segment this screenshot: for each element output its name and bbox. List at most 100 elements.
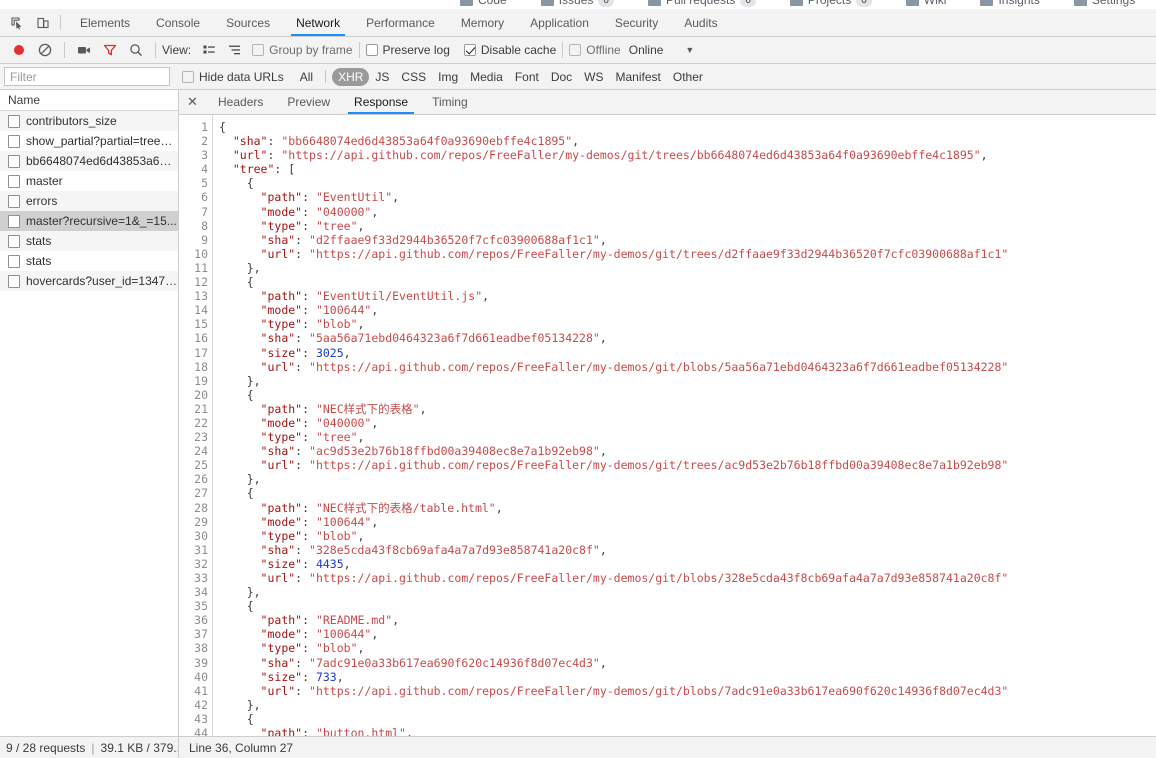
detail-tab-headers[interactable]: Headers (206, 90, 275, 114)
toolbar-divider (60, 15, 61, 30)
code-token: "d2ffaae9f33d2944b36520f7cfc03900688af1c… (309, 232, 600, 247)
type-filter-media[interactable]: Media (464, 68, 509, 86)
tab-audits[interactable]: Audits (671, 9, 730, 36)
peek-nav-item[interactable]: Issues 0 (540, 0, 614, 7)
type-filter-js[interactable]: JS (369, 68, 395, 86)
type-filter-ws[interactable]: WS (578, 68, 609, 86)
tab-sources[interactable]: Sources (213, 9, 283, 36)
device-toolbar-icon[interactable] (30, 9, 56, 36)
line-number: 30 (194, 528, 208, 543)
code-token: 4435 (315, 556, 344, 571)
request-row[interactable]: show_partial?partial=tree%... (0, 131, 178, 151)
code-token: "mode" (260, 303, 303, 318)
code-token: "blob" (315, 317, 358, 332)
tab-application[interactable]: Application (517, 9, 602, 36)
code-line: "path": "EventUtil", (219, 190, 1156, 204)
code-line: }, (219, 374, 1156, 388)
peek-nav-item[interactable]: Projects 0 (789, 0, 872, 7)
code-line: "sha": "bb6648074ed6d43853a64f0a93690ebf… (219, 134, 1156, 148)
code-line: { (219, 599, 1156, 613)
peek-nav-count: 0 (856, 0, 872, 7)
line-number: 12 (194, 275, 208, 290)
offline-checkbox[interactable]: Offline (569, 43, 621, 57)
tab-console[interactable]: Console (143, 9, 213, 36)
hide-data-urls-checkbox[interactable]: Hide data URLs (182, 70, 284, 84)
peek-nav-item[interactable]: Wiki (905, 0, 946, 7)
peek-nav-item[interactable]: Insights (980, 0, 1040, 7)
code-token: : [ (274, 162, 296, 177)
tab-security[interactable]: Security (602, 9, 671, 36)
type-filter-doc[interactable]: Doc (545, 68, 578, 86)
close-icon[interactable]: ✕ (179, 90, 206, 114)
tab-network[interactable]: Network (283, 9, 353, 36)
code-line: { (219, 712, 1156, 726)
tab-elements[interactable]: Elements (67, 9, 143, 36)
request-row[interactable]: errors (0, 191, 178, 211)
line-number: 36 (194, 613, 208, 628)
response-json-code[interactable]: { "sha": "bb6648074ed6d43853a64f0a93690e… (213, 115, 1156, 736)
inspect-element-icon[interactable] (4, 9, 30, 36)
record-icon[interactable] (6, 37, 32, 63)
peek-nav-item[interactable]: Code (460, 0, 507, 7)
line-number: 17 (194, 345, 208, 360)
tab-label: Security (614, 15, 659, 30)
type-filter-font[interactable]: Font (509, 68, 545, 86)
request-row[interactable]: master (0, 171, 178, 191)
request-row[interactable]: bb6648074ed6d43853a64f... (0, 151, 178, 171)
request-row[interactable]: stats (0, 231, 178, 251)
tab-performance[interactable]: Performance (353, 9, 448, 36)
code-line: "type": "blob", (219, 641, 1156, 655)
request-row[interactable]: stats (0, 251, 178, 271)
chevron-down-icon[interactable]: ▼ (685, 45, 694, 55)
type-filter-css[interactable]: CSS (395, 68, 432, 86)
code-token: : (295, 571, 310, 585)
throttling-select[interactable]: Online (629, 43, 664, 57)
disable-cache-checkbox[interactable]: Disable cache (463, 43, 556, 57)
code-token: "100644" (315, 627, 372, 642)
detail-tab-preview[interactable]: Preview (275, 90, 342, 114)
request-row[interactable]: contributors_size (0, 111, 178, 131)
line-number: 13 (194, 289, 208, 304)
code-token: "size" (260, 669, 303, 684)
tab-label: Performance (366, 15, 435, 30)
request-row[interactable]: master?recursive=1&_=15... (0, 211, 178, 231)
type-filter-all[interactable]: All (294, 68, 319, 86)
peek-nav-label: Settings (1091, 0, 1136, 7)
code-token: : (295, 542, 310, 557)
code-token: "type" (260, 641, 303, 656)
type-filter-other[interactable]: Other (667, 68, 709, 86)
type-filter-manifest[interactable]: Manifest (610, 68, 667, 86)
peek-nav-item[interactable]: Settings (1073, 0, 1136, 7)
waterfall-view-icon[interactable] (222, 37, 248, 63)
response-body-viewer[interactable]: 1 2 3 4 5 6 7 8 9 10 11 12 13 14 15 16 17 18 19 20 21 22 23 24 2… (179, 115, 1156, 736)
peek-nav-item[interactable]: Pull requests 0 (647, 0, 756, 7)
tab-memory[interactable]: Memory (448, 9, 517, 36)
group-by-frame-checkbox[interactable]: Group by frame (252, 43, 353, 57)
camera-icon[interactable] (71, 37, 97, 63)
request-row[interactable]: hovercards?user_id=13477... (0, 271, 178, 291)
code-line: "sha": "5aa56a71ebd0464323a6f7d661eadbef… (219, 331, 1156, 345)
code-token: "mode" (260, 204, 303, 219)
line-number: 15 (194, 317, 208, 332)
search-icon[interactable] (123, 37, 149, 63)
list-view-icon[interactable] (196, 37, 222, 63)
code-line: "path": "NEC样式下的表格", (219, 402, 1156, 416)
detail-tab-response[interactable]: Response (342, 90, 420, 114)
code-token: : (295, 331, 310, 346)
code-token: , (392, 613, 400, 628)
type-filter-img[interactable]: Img (432, 68, 464, 86)
filter-input[interactable] (4, 67, 170, 86)
line-number-gutter: 1 2 3 4 5 6 7 8 9 10 11 12 13 14 15 16 17 18 19 20 21 22 23 24 2… (179, 115, 213, 736)
line-number: 16 (194, 331, 208, 346)
code-token: "size" (260, 345, 303, 360)
detail-tab-timing[interactable]: Timing (420, 90, 480, 114)
filter-funnel-icon[interactable] (97, 37, 123, 63)
clear-icon[interactable] (32, 37, 58, 63)
code-token: : (302, 556, 316, 571)
code-token: : (295, 246, 310, 261)
type-filter-xhr[interactable]: XHR (332, 67, 370, 86)
preserve-log-checkbox[interactable]: Preserve log (365, 43, 450, 57)
code-token: "sha" (260, 444, 296, 459)
